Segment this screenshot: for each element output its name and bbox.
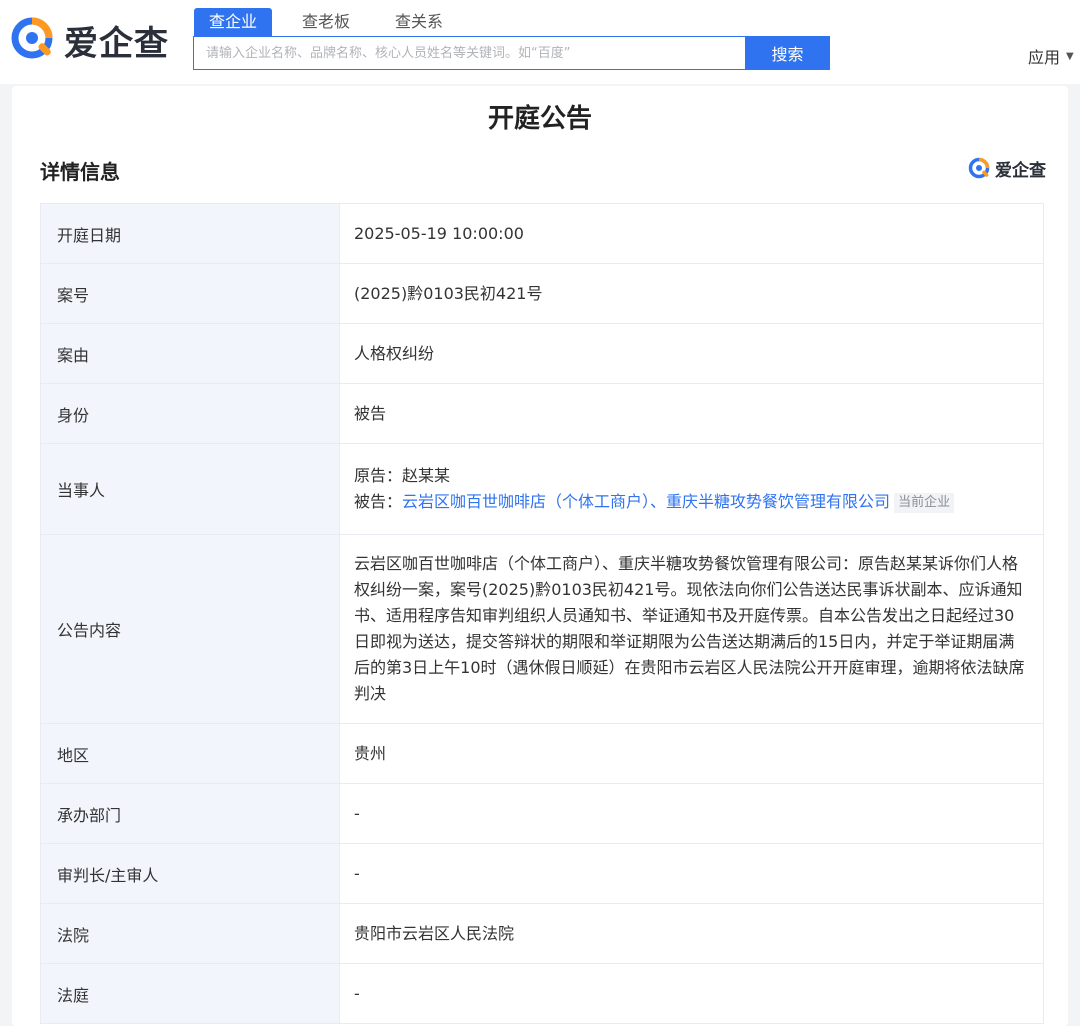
table-row: 法庭 - [40, 963, 1044, 1024]
table-row: 身份 被告 [40, 383, 1044, 444]
judge-value: - [339, 843, 1044, 904]
hearing-date-value: 2025-05-19 10:00:00 [339, 203, 1044, 264]
search-tabs: 查企业 查老板 查关系 [194, 8, 473, 36]
table-row: 案由 人格权纠纷 [40, 323, 1044, 384]
field-label: 案号 [40, 263, 340, 324]
search-box: 搜索 [193, 36, 830, 70]
logo-q-icon [11, 17, 53, 59]
field-label: 公告内容 [40, 534, 340, 724]
plaintiff-prefix: 原告： [354, 466, 403, 485]
app-menu-label: 应用 [1028, 48, 1061, 67]
app-menu[interactable]: 应用 ▼ [1028, 44, 1074, 68]
aiqicha-logo[interactable]: 爱企查 [10, 14, 169, 66]
tab-company[interactable]: 查企业 [194, 8, 273, 36]
table-row: 地区 贵州 [40, 723, 1044, 784]
page-title: 开庭公告 [487, 104, 592, 134]
current-company-badge: 当前企业 [894, 492, 955, 513]
tab-boss[interactable]: 查老板 [287, 8, 365, 36]
department-value: - [339, 783, 1044, 844]
field-label: 法院 [40, 903, 340, 964]
table-row: 开庭日期 2025-05-19 10:00:00 [40, 203, 1044, 264]
field-label: 地区 [40, 723, 340, 784]
case-cause-value: 人格权纠纷 [339, 323, 1044, 384]
watermark-logo: 爱企查 [968, 156, 1046, 181]
court-value: 贵阳市云岩区人民法院 [339, 903, 1044, 964]
table-row: 审判长/主审人 - [40, 843, 1044, 904]
case-number-value: (2025)黔0103民初421号 [339, 263, 1044, 324]
identity-value: 被告 [339, 383, 1044, 444]
region-value: 贵州 [339, 723, 1044, 784]
table-row: 法院 贵阳市云岩区人民法院 [40, 903, 1044, 964]
courtroom-value: - [339, 963, 1044, 1024]
defendant-link-1[interactable]: 云岩区咖百世咖啡店（个体工商户） [402, 492, 650, 511]
logo-q-icon [968, 157, 990, 178]
field-label: 开庭日期 [40, 203, 340, 264]
logo-text: 爱企查 [995, 161, 1046, 181]
section-title: 详情信息 [40, 160, 120, 184]
field-label: 身份 [40, 383, 340, 444]
parties-value: 原告：赵某某 被告：云岩区咖百世咖啡店（个体工商户）、重庆半糖攻势餐饮管理有限公… [339, 443, 1044, 535]
field-label: 当事人 [40, 443, 340, 535]
field-label: 法庭 [40, 963, 340, 1024]
caret-down-icon: ▼ [1066, 50, 1074, 62]
table-row: 案号 (2025)黔0103民初421号 [40, 263, 1044, 324]
defendant-prefix: 被告： [354, 492, 403, 511]
logo-text: 爱企查 [64, 23, 169, 64]
field-label: 案由 [40, 323, 340, 384]
table-row: 承办部门 - [40, 783, 1044, 844]
top-bar: 爱企查 查企业 查老板 查关系 搜索 应用 ▼ [0, 0, 1080, 84]
search-input[interactable] [194, 37, 745, 69]
plaintiff-name: 赵某某 [402, 466, 451, 485]
table-row: 当事人 原告：赵某某 被告：云岩区咖百世咖啡店（个体工商户）、重庆半糖攻势餐饮管… [40, 443, 1044, 535]
tab-relation[interactable]: 查关系 [380, 8, 458, 36]
defendant-line: 被告：云岩区咖百世咖啡店（个体工商户）、重庆半糖攻势餐饮管理有限公司 当前企业 [354, 489, 1029, 515]
field-label: 审判长/主审人 [40, 843, 340, 904]
detail-table: 开庭日期 2025-05-19 10:00:00 案号 (2025)黔0103民… [40, 203, 1044, 1024]
defendant-separator: 、 [650, 492, 667, 511]
table-row: 公告内容 云岩区咖百世咖啡店（个体工商户）、重庆半糖攻势餐饮管理有限公司：原告赵… [40, 534, 1044, 724]
defendant-link-2[interactable]: 重庆半糖攻势餐饮管理有限公司 [666, 492, 890, 511]
field-label: 承办部门 [40, 783, 340, 844]
plaintiff-line: 原告：赵某某 [354, 463, 1029, 489]
announcement-content: 云岩区咖百世咖啡店（个体工商户）、重庆半糖攻势餐饮管理有限公司：原告赵某某诉你们… [339, 534, 1044, 724]
search-button[interactable]: 搜索 [745, 36, 830, 70]
